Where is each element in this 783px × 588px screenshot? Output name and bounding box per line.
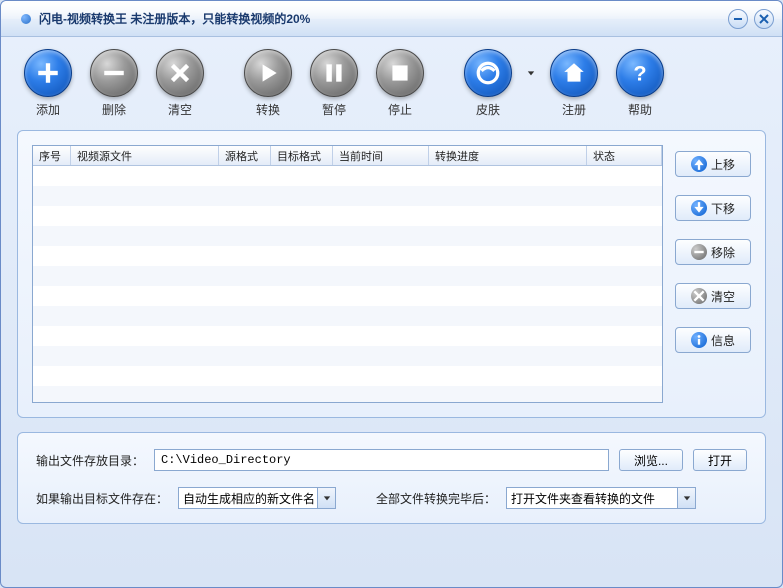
output-dir-label: 输出文件存放目录： <box>36 452 144 469</box>
minus-icon <box>90 49 138 97</box>
arrow-down-icon <box>691 200 707 216</box>
title-bar: 闪电-视频转换王 未注册版本，只能转换视频的20% <box>1 1 782 37</box>
plus-icon <box>24 49 72 97</box>
stop-icon <box>376 49 424 97</box>
x-icon <box>691 288 707 304</box>
question-icon: ? <box>616 49 664 97</box>
col-source[interactable]: 视频源文件 <box>71 146 219 165</box>
remove-button[interactable]: 删除 <box>85 49 143 118</box>
window-title: 闪电-视频转换王 未注册版本，只能转换视频的20% <box>39 10 310 27</box>
after-label: 全部文件转换完毕后： <box>376 490 496 507</box>
file-table[interactable]: 序号 视频源文件 源格式 目标格式 当前时间 转换进度 状态 <box>32 145 663 403</box>
pause-button[interactable]: 暂停 <box>305 49 363 118</box>
arrow-up-icon <box>691 156 707 172</box>
clear-button[interactable]: 清空 <box>151 49 209 118</box>
remove-item-button[interactable]: 移除 <box>675 239 751 265</box>
move-down-button[interactable]: 下移 <box>675 195 751 221</box>
col-status[interactable]: 状态 <box>587 146 662 165</box>
move-up-button[interactable]: 上移 <box>675 151 751 177</box>
exists-label: 如果输出目标文件存在： <box>36 490 168 507</box>
chevron-down-icon <box>317 488 335 508</box>
close-button[interactable] <box>754 9 774 29</box>
col-srcfmt[interactable]: 源格式 <box>219 146 271 165</box>
home-icon <box>550 49 598 97</box>
col-dstfmt[interactable]: 目标格式 <box>271 146 333 165</box>
output-panel: 输出文件存放目录： 浏览... 打开 如果输出目标文件存在： 自动生成相应的新文… <box>17 432 766 524</box>
register-button[interactable]: 注册 <box>545 49 603 118</box>
app-window: 闪电-视频转换王 未注册版本，只能转换视频的20% 添加 删除 清空 <box>0 0 783 588</box>
info-icon <box>691 332 707 348</box>
browse-button[interactable]: 浏览... <box>619 449 683 471</box>
col-progress[interactable]: 转换进度 <box>429 146 587 165</box>
pause-icon <box>310 49 358 97</box>
open-button[interactable]: 打开 <box>693 449 747 471</box>
table-body[interactable] <box>33 166 662 402</box>
app-icon <box>21 14 31 24</box>
add-button[interactable]: 添加 <box>19 49 77 118</box>
minimize-button[interactable] <box>728 9 748 29</box>
info-button[interactable]: 信息 <box>675 327 751 353</box>
play-icon <box>244 49 292 97</box>
chevron-down-icon <box>677 488 695 508</box>
exists-select[interactable]: 自动生成相应的新文件名 <box>178 487 336 509</box>
clear-list-button[interactable]: 清空 <box>675 283 751 309</box>
col-time[interactable]: 当前时间 <box>333 146 429 165</box>
after-select[interactable]: 打开文件夹查看转换的文件 <box>506 487 696 509</box>
skin-button[interactable]: 皮肤 <box>459 49 517 118</box>
main-toolbar: 添加 删除 清空 转换 暂停 停止 <box>1 37 782 124</box>
minus-icon <box>691 244 707 260</box>
stop-button[interactable]: 停止 <box>371 49 429 118</box>
skin-dropdown[interactable] <box>525 49 537 97</box>
help-button[interactable]: ? 帮助 <box>611 49 669 118</box>
x-icon <box>156 49 204 97</box>
table-header: 序号 视频源文件 源格式 目标格式 当前时间 转换进度 状态 <box>33 146 662 166</box>
svg-text:?: ? <box>633 61 646 86</box>
skin-icon <box>464 49 512 97</box>
output-dir-input[interactable] <box>154 449 609 471</box>
content-panel: 序号 视频源文件 源格式 目标格式 当前时间 转换进度 状态 上移 下移 移除 … <box>17 130 766 418</box>
side-buttons: 上移 下移 移除 清空 信息 <box>675 145 751 403</box>
convert-button[interactable]: 转换 <box>239 49 297 118</box>
col-index[interactable]: 序号 <box>33 146 71 165</box>
